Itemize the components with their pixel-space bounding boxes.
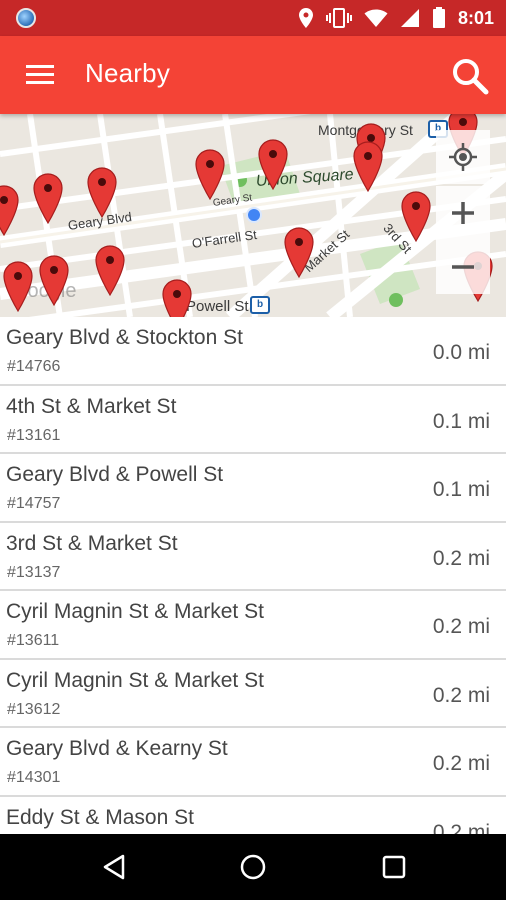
stop-distance: 0.0 mi	[432, 341, 490, 364]
map-label-powell-st: Powell St	[186, 298, 249, 315]
list-item[interactable]: 3rd St & Market St #13137 0.2 mi	[0, 522, 506, 591]
stop-name: 4th St & Market St	[6, 394, 177, 418]
stop-name: Geary Blvd & Kearny St	[6, 737, 228, 760]
status-bar: 8:01	[0, 0, 506, 36]
list-item[interactable]: Geary Blvd & Kearny St #14301 0.2 mi	[0, 728, 506, 797]
stop-marker-icon[interactable]	[38, 254, 70, 307]
minus-icon	[452, 265, 474, 269]
search-icon[interactable]	[448, 54, 492, 98]
location-icon	[298, 8, 313, 28]
battery-icon	[432, 7, 445, 28]
map-view[interactable]: Union Square Geary Blvd Geary St O'Farre…	[0, 114, 506, 317]
stop-name: Geary Blvd & Powell St	[6, 463, 224, 486]
vibrate-icon	[325, 8, 352, 28]
stop-name: Cyril Magnin St & Market St	[6, 600, 264, 623]
stop-marker-icon[interactable]	[400, 190, 432, 243]
stop-distance: 0.1 mi	[432, 409, 490, 433]
stop-marker-icon[interactable]	[161, 278, 193, 317]
stop-id: #13137	[7, 563, 61, 581]
stop-id: #13612	[7, 700, 61, 718]
list-item[interactable]: Geary Blvd & Stockton St #14766 0.0 mi	[0, 317, 506, 386]
transit-station-icon: b	[250, 296, 270, 314]
stop-name: Eddy St & Mason St	[6, 805, 194, 829]
stop-marker-icon[interactable]	[194, 148, 226, 201]
stop-marker-icon[interactable]	[0, 184, 20, 237]
stop-id: #14766	[7, 358, 61, 375]
current-location-dot	[246, 207, 262, 223]
app-bar: Nearby	[0, 36, 506, 114]
home-button[interactable]	[233, 847, 273, 887]
stop-marker-icon[interactable]	[94, 244, 126, 297]
stop-marker-icon[interactable]	[257, 138, 289, 191]
recents-button[interactable]	[374, 847, 414, 887]
list-item[interactable]: Geary Blvd & Powell St #14757 0.1 mi	[0, 454, 506, 523]
stop-id: #14301	[7, 769, 61, 786]
stop-distance: 0.2 mi	[432, 820, 490, 835]
stop-distance: 0.2 mi	[432, 752, 490, 775]
stop-id: #13611	[7, 632, 60, 649]
home-icon	[240, 854, 266, 880]
zoom-out-button[interactable]	[436, 240, 490, 294]
stop-id: #14757	[7, 495, 61, 512]
wifi-icon	[364, 9, 388, 27]
zoom-in-button[interactable]	[436, 186, 490, 240]
app-notification-icon	[16, 8, 36, 28]
stop-name: 3rd St & Market St	[6, 531, 178, 555]
stop-distance: 0.1 mi	[432, 478, 490, 501]
stop-marker-icon[interactable]	[283, 226, 315, 279]
stop-marker-icon[interactable]	[352, 140, 384, 193]
stop-distance: 0.2 mi	[432, 615, 490, 638]
stop-marker-icon[interactable]	[2, 260, 34, 313]
list-item[interactable]: Cyril Magnin St & Market St #13611 0.2 m…	[0, 591, 506, 660]
back-icon	[103, 854, 125, 880]
stop-name: Cyril Magnin St & Market St	[6, 668, 264, 692]
system-nav-bar	[0, 834, 506, 900]
recents-icon	[382, 855, 406, 879]
back-button[interactable]	[94, 847, 134, 887]
stop-distance: 0.2 mi	[432, 683, 490, 707]
stop-marker-icon[interactable]	[32, 172, 64, 225]
status-time: 8:01	[457, 7, 494, 28]
stop-name: Geary Blvd & Stockton St	[6, 326, 243, 349]
stop-id: #13161	[7, 426, 61, 444]
list-item[interactable]: 4th St & Market St #13161 0.1 mi	[0, 385, 506, 454]
list-item[interactable]: Eddy St & Mason St 0.2 mi	[0, 796, 506, 835]
page-title: Nearby	[85, 58, 171, 88]
signal-icon	[400, 9, 419, 27]
hamburger-menu-icon[interactable]	[16, 58, 62, 92]
status-icons: 8:01	[298, 6, 494, 30]
my-location-icon[interactable]	[436, 130, 490, 184]
plus-icon	[452, 202, 474, 224]
list-item[interactable]: Cyril Magnin St & Market St #13612 0.2 m…	[0, 659, 506, 728]
stop-distance: 0.2 mi	[432, 546, 490, 570]
nearby-stops-list: Geary Blvd & Stockton St #14766 0.0 mi 4…	[0, 317, 506, 834]
stop-marker-icon[interactable]	[86, 166, 118, 219]
